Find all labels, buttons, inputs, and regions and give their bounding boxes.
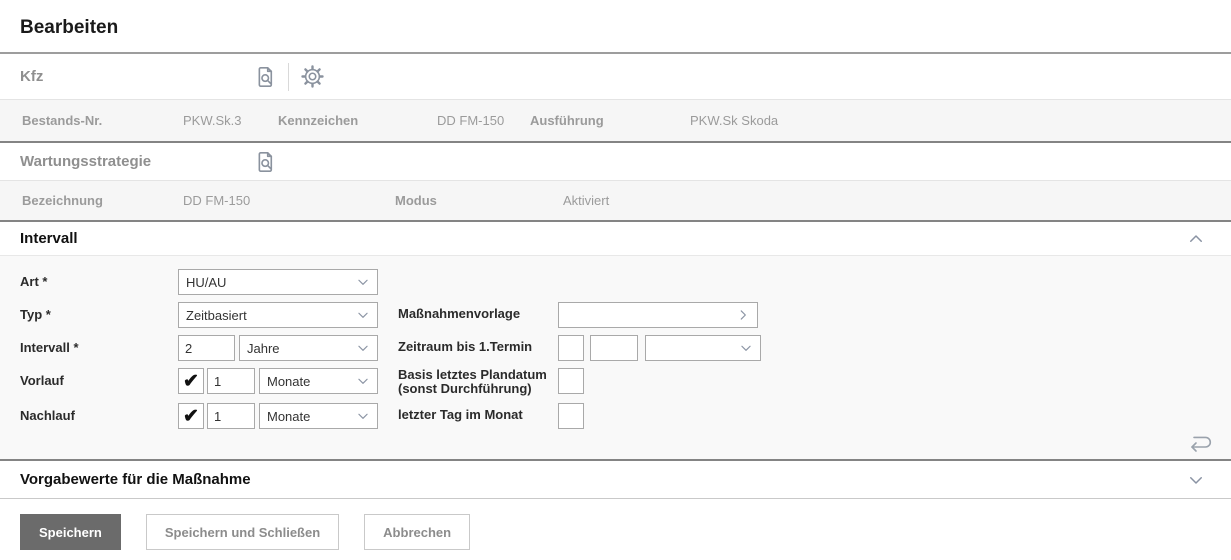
nachlauf-unit-select[interactable]: Monate xyxy=(259,403,378,429)
typ-row: Typ * Zeitbasiert Maßnahmenvorlage xyxy=(20,302,1211,328)
field-label: Ausführung xyxy=(530,113,604,128)
field-value: DD FM-150 xyxy=(183,193,251,208)
vorlauf-label: Vorlauf xyxy=(20,373,64,388)
art-row: Art * HU/AU xyxy=(20,269,1211,295)
zeitraum-label: Zeitraum bis 1.Termin xyxy=(398,339,533,354)
chevron-down-icon xyxy=(358,279,368,285)
field-value: PKW.Sk.3 xyxy=(183,113,242,128)
vorlauf-unit-select[interactable]: Monate xyxy=(259,368,378,394)
field-value: Aktiviert xyxy=(563,193,610,208)
vorlauf-row: Vorlauf ✔ Monate Basis letztes Plandatum… xyxy=(20,368,1211,396)
field-label: Modus xyxy=(395,193,437,208)
nachlauf-row: Nachlauf ✔ Monate letzter Tag im Monat xyxy=(20,403,1211,429)
undo-icon[interactable] xyxy=(1185,431,1215,455)
chevron-down-icon[interactable] xyxy=(1181,465,1211,495)
chevron-right-icon xyxy=(740,310,746,320)
nachlauf-value-input[interactable] xyxy=(207,403,255,429)
gear-icon[interactable] xyxy=(297,62,327,92)
edit-page: Bearbeiten Kfz Bestands-Nr. PKW.Sk.3 Ken… xyxy=(0,0,1231,550)
wartungsstrategie-icon-bar xyxy=(250,147,280,177)
field-label: Bestands-Nr. xyxy=(22,113,103,128)
icon-divider xyxy=(288,62,289,91)
intervall-value-input[interactable] xyxy=(178,335,235,361)
save-button[interactable]: Speichern xyxy=(20,514,121,550)
art-label: Art * xyxy=(20,274,48,289)
typ-label: Typ * xyxy=(20,307,51,322)
zeitraum-value2-input[interactable] xyxy=(590,335,638,361)
field-value: PKW.Sk Skoda xyxy=(690,113,779,128)
save-and-close-button[interactable]: Speichern und Schließen xyxy=(145,514,340,550)
intervall-section-header: Intervall xyxy=(0,222,1231,256)
typ-select[interactable]: Zeitbasiert xyxy=(178,302,378,328)
intervall-label: Intervall * xyxy=(20,340,79,355)
kfz-section-header: Kfz xyxy=(0,54,1231,99)
check-icon: ✔ xyxy=(183,370,199,392)
wartungsstrategie-fields-row: Bezeichnung DD FM-150 Modus Aktiviert xyxy=(0,180,1231,222)
cancel-button[interactable]: Abbrechen xyxy=(364,514,471,550)
nachlauf-checkbox[interactable]: ✔ xyxy=(178,403,204,429)
kfz-icon-bar xyxy=(250,62,327,92)
zeitraum-unit-select[interactable] xyxy=(645,335,761,361)
field-label: Kennzeichen xyxy=(278,113,359,128)
intervall-panel-body: Art * HU/AU Typ * Zeitbasiert Maßnahmenv… xyxy=(0,256,1231,461)
vorgabewerte-section-title: Vorgabewerte für die Maßnahme xyxy=(20,471,251,488)
check-icon: ✔ xyxy=(183,405,199,427)
vorlauf-value-input[interactable] xyxy=(207,368,255,394)
wartungsstrategie-section-header: Wartungsstrategie xyxy=(0,143,1231,180)
letzter-tag-label: letzter Tag im Monat xyxy=(398,407,523,422)
vorlauf-checkbox[interactable]: ✔ xyxy=(178,368,204,394)
chevron-down-icon xyxy=(358,378,368,384)
field-label: Bezeichnung xyxy=(22,193,103,208)
vorgabewerte-section-header: Vorgabewerte für die Maßnahme xyxy=(0,461,1231,499)
page-title: Bearbeiten xyxy=(0,0,1231,54)
chevron-down-icon xyxy=(358,312,368,318)
chevron-down-icon xyxy=(358,345,368,351)
action-button-row: Speichern Speichern und Schließen Abbrec… xyxy=(20,514,1231,550)
intervall-section-title: Intervall xyxy=(20,230,78,247)
massnahmenvorlage-label: Maßnahmenvorlage xyxy=(398,306,521,321)
chevron-down-icon xyxy=(358,413,368,419)
field-value: DD FM-150 xyxy=(437,113,505,128)
art-select[interactable]: HU/AU xyxy=(178,269,378,295)
document-preview-icon[interactable] xyxy=(250,62,280,92)
intervall-unit-select[interactable]: Jahre xyxy=(239,335,378,361)
nachlauf-label: Nachlauf xyxy=(20,408,75,423)
letzter-tag-checkbox[interactable] xyxy=(558,403,584,429)
basis-checkbox[interactable] xyxy=(558,368,584,394)
intervall-row: Intervall * Jahre Zeitraum bis 1.Termin xyxy=(20,335,1211,361)
massnahmenvorlage-input[interactable] xyxy=(558,302,758,328)
chevron-up-icon[interactable] xyxy=(1181,224,1211,254)
basis-label: Basis letztes Plandatum (sonst Durchführ… xyxy=(398,367,547,396)
chevron-down-icon xyxy=(741,345,751,351)
kfz-section-title: Kfz xyxy=(20,68,44,85)
wartungsstrategie-section-title: Wartungsstrategie xyxy=(20,153,152,170)
zeitraum-value1-input[interactable] xyxy=(558,335,584,361)
document-preview-icon[interactable] xyxy=(250,147,280,177)
kfz-fields-row: Bestands-Nr. PKW.Sk.3 Kennzeichen DD FM-… xyxy=(0,99,1231,143)
